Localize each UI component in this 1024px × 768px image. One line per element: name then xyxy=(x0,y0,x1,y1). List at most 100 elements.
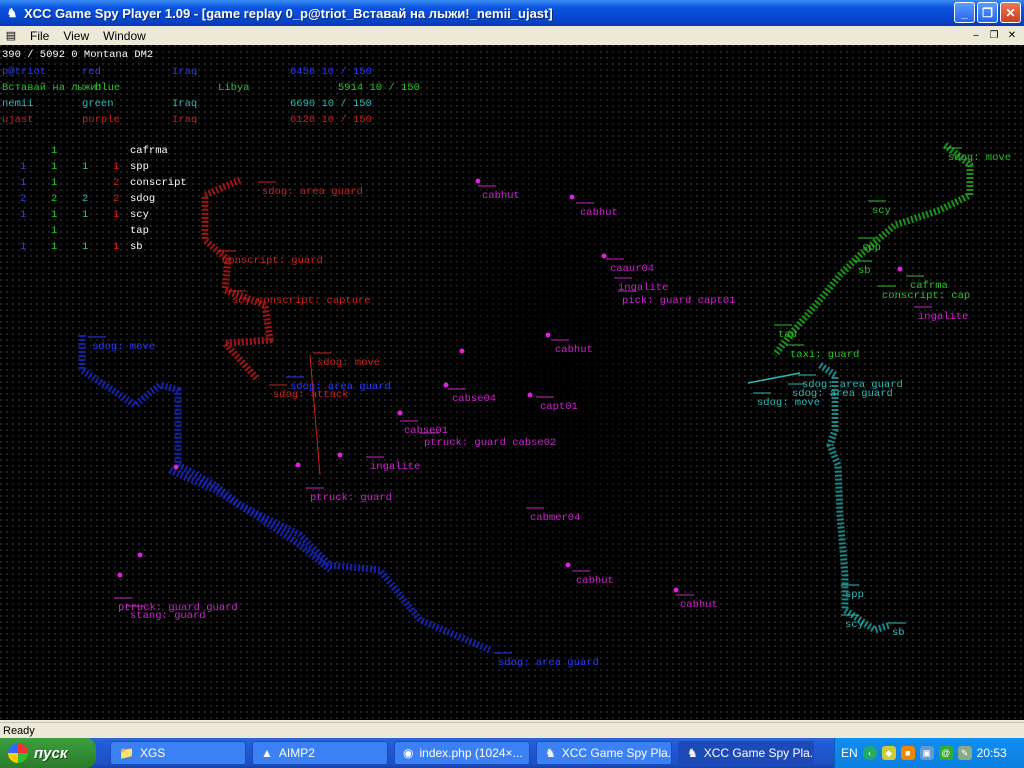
map-unit-label: sb xyxy=(858,265,871,277)
map-unit-label: conscript: guard xyxy=(222,255,323,267)
unit-dot xyxy=(295,462,301,468)
player-row-cell: red xyxy=(82,66,101,78)
status-bar: Ready xyxy=(0,722,1024,738)
move-line xyxy=(747,372,801,384)
unit-dot xyxy=(173,464,179,470)
unit-dot xyxy=(527,392,533,398)
maximize-button[interactable]: ❐ xyxy=(977,2,998,23)
unit-count: 1 xyxy=(51,225,57,237)
menu-bar: ▤ File View Window – ❐ ✕ xyxy=(0,26,1024,45)
player-row-cell: 6128 10 / 150 xyxy=(290,114,372,126)
unit-count: 1 xyxy=(51,209,57,221)
map-unit-label: sdog: move xyxy=(757,397,820,409)
map-unit-label: sdog: move xyxy=(92,341,155,353)
task-xgs[interactable]: 📁 XGS xyxy=(110,741,246,765)
player-row-cell: 6456 10 / 150 xyxy=(290,66,372,78)
mdi-close-button[interactable]: ✕ xyxy=(1004,28,1020,42)
unit-count: 1 xyxy=(82,241,88,253)
unit-count: 2 xyxy=(113,193,119,205)
unit-dot xyxy=(545,332,551,338)
unit-name: sdog xyxy=(130,193,155,205)
title-bar[interactable]: ♞ XCC Game Spy Player 1.09 - [game repla… xyxy=(0,0,1024,26)
replay-header: 390 / 5092 0 Montana DM2 xyxy=(2,49,153,61)
menu-file[interactable]: File xyxy=(23,29,56,43)
task-browser[interactable]: ◉ index.php (1024×... xyxy=(394,741,530,765)
language-indicator[interactable]: EN xyxy=(841,746,858,760)
mdi-restore-button[interactable]: ❐ xyxy=(986,28,1002,42)
unit-dot xyxy=(897,266,903,272)
mdi-minimize-button[interactable]: – xyxy=(968,28,984,42)
unit-dot xyxy=(137,552,143,558)
map-unit-label: ingalite xyxy=(370,461,420,473)
map-unit-label: sb xyxy=(892,627,905,639)
map-unit-label: capt01 xyxy=(540,401,578,413)
unit-count: 1 xyxy=(51,145,57,157)
unit-dot xyxy=(601,253,607,259)
red-unit-trail xyxy=(201,176,274,383)
antivirus-icon[interactable]: ◆ xyxy=(881,746,896,760)
unit-count: 1 xyxy=(20,177,26,189)
unit-count: 1 xyxy=(20,209,26,221)
player-row-cell: 5914 10 / 150 xyxy=(338,82,420,94)
windows-logo-icon xyxy=(8,743,28,763)
start-label: пуск xyxy=(34,744,68,762)
tool-icon[interactable]: ✎ xyxy=(957,746,972,760)
map-unit-label: conscript: cap xyxy=(882,290,970,302)
menu-view[interactable]: View xyxy=(56,29,96,43)
system-tray: EN ‹ ◆ ■ ▣ @ ✎ 20:53 xyxy=(834,738,1024,768)
map-unit-label: cabse04 xyxy=(452,393,496,405)
expand-tray-icon[interactable]: ‹ xyxy=(862,746,877,760)
document-icon[interactable]: ▤ xyxy=(2,28,20,44)
map-unit-label: cabhut xyxy=(580,207,618,219)
unit-count: 1 xyxy=(20,241,26,253)
unit-count: 2 xyxy=(82,193,88,205)
xcc-app-icon: ♞ xyxy=(687,746,698,760)
unit-dot xyxy=(569,194,575,200)
attack-line xyxy=(309,354,321,476)
network-icon[interactable]: ▣ xyxy=(919,746,934,760)
map-unit-label: scy conscript: capture xyxy=(232,295,371,307)
unit-dot xyxy=(459,348,465,354)
menu-window[interactable]: Window xyxy=(96,29,153,43)
unit-dot xyxy=(475,178,481,184)
minimize-button[interactable]: _ xyxy=(954,2,975,23)
replay-canvas[interactable]: sdog: area guard conscript: guard scy cons… xyxy=(0,45,1024,720)
unit-count: 2 xyxy=(113,177,119,189)
player-row-cell: p@triot xyxy=(2,66,46,78)
task-xcc-2[interactable]: ♞ XCC Game Spy Pla... xyxy=(678,741,814,765)
unit-count: 1 xyxy=(113,209,119,221)
map-unit-label: ptruck: guard cabse02 xyxy=(424,437,556,449)
unit-count: 1 xyxy=(113,161,119,173)
map-unit-label: pick: guard capt01 xyxy=(622,295,735,307)
player-row-cell: nemii xyxy=(2,98,34,110)
map-unit-label: sdog: move xyxy=(317,357,380,369)
unit-count: 2 xyxy=(20,193,26,205)
task-aimp[interactable]: ▲ AIMP2 xyxy=(252,741,388,765)
map-unit-label: cabse01 xyxy=(404,425,448,437)
map-unit-label: ingalite xyxy=(618,282,668,294)
player-row-cell: 6690 10 / 150 xyxy=(290,98,372,110)
map-unit-label: caaur04 xyxy=(610,263,654,275)
player-row-cell: Iraq xyxy=(172,114,197,126)
map-unit-label: tap xyxy=(778,329,797,341)
start-button[interactable]: пуск xyxy=(0,738,96,768)
app-window: ♞ XCC Game Spy Player 1.09 - [game repla… xyxy=(0,0,1024,738)
player-row-cell: green xyxy=(82,98,114,110)
map-unit-label: stang: guard xyxy=(130,610,206,622)
task-label: index.php (1024×... xyxy=(419,746,523,760)
map-unit-label: sdog: move xyxy=(948,152,1011,164)
messenger-icon[interactable]: @ xyxy=(938,746,953,760)
unit-dot xyxy=(443,382,449,388)
task-label: XCC Game Spy Pla... xyxy=(703,746,814,760)
close-button[interactable]: ✕ xyxy=(1000,2,1021,23)
unit-name: scy xyxy=(130,209,149,221)
map-unit-label: scy xyxy=(845,619,864,631)
unit-count: 2 xyxy=(51,193,57,205)
task-xcc-1[interactable]: ♞ XCC Game Spy Pla... xyxy=(536,741,672,765)
map-unit-label: ingalite xyxy=(918,311,968,323)
map-unit-label: cabhut xyxy=(680,599,718,611)
player-row-cell: Libya xyxy=(218,82,250,94)
task-label: AIMP2 xyxy=(278,746,315,760)
media-icon[interactable]: ■ xyxy=(900,746,915,760)
taskbar: пуск 📁 XGS ▲ AIMP2 ◉ index.php (1024×...… xyxy=(0,738,1024,768)
